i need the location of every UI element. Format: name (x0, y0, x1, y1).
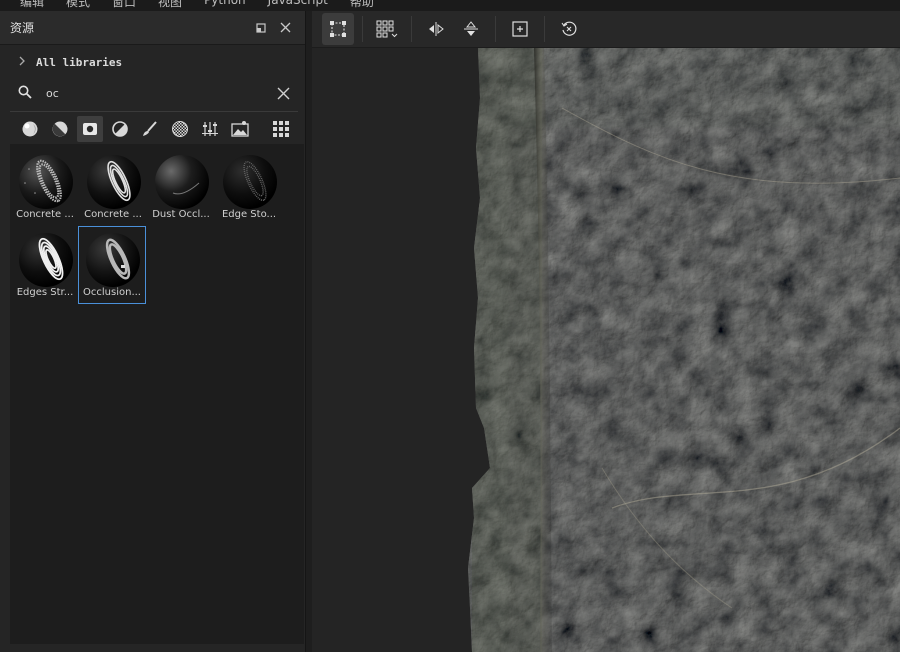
clear-search-icon[interactable] (273, 83, 293, 103)
undock-icon[interactable] (251, 18, 271, 38)
asset-thumbnail (19, 155, 73, 209)
grid-view-icon[interactable] (268, 116, 294, 142)
asset-label: Dust Occl... (152, 209, 210, 220)
asset-tile[interactable]: Edges Str... (11, 226, 79, 304)
menu-window[interactable]: 窗口 (112, 0, 136, 10)
asset-tile[interactable]: Dust Occl... (147, 148, 215, 226)
asset-grid: Concrete ... Concrete ... Dust Occl... E… (10, 144, 304, 644)
menu-javascript[interactable]: JavaScript (268, 0, 328, 10)
fit-icon[interactable] (504, 13, 536, 45)
uv-select-icon[interactable] (322, 13, 354, 45)
flip-horizontal-icon[interactable] (420, 13, 452, 45)
texture-canvas[interactable] (312, 48, 900, 652)
asset-tile[interactable]: Concrete ... (79, 148, 147, 226)
environment-icon[interactable] (227, 116, 253, 142)
menu-bar: 编辑 模式 窗口 视图 Python JavaScript 帮助 (0, 0, 900, 11)
pattern-icon[interactable] (167, 116, 193, 142)
asset-thumbnail (19, 233, 73, 287)
menu-python[interactable]: Python (204, 0, 246, 10)
asset-tile-selected[interactable]: Occlusion... (78, 226, 146, 304)
panel-title: 资源 (10, 21, 35, 35)
library-selector[interactable]: All libraries (0, 45, 305, 79)
material-ball-icon[interactable] (17, 116, 43, 142)
brush-icon[interactable] (137, 116, 163, 142)
filter-icon[interactable] (107, 116, 133, 142)
asset-tile[interactable]: Edge Sto... (215, 148, 283, 226)
viewport-toolbar (312, 11, 900, 48)
assets-panel: 资源 All libraries oc Concrete ... Concret… (0, 11, 306, 652)
close-icon[interactable] (275, 18, 295, 38)
toolbar-divider (362, 16, 363, 42)
search-input[interactable] (46, 86, 273, 100)
menu-view[interactable]: 视图 (158, 0, 182, 10)
toolbar-divider (495, 16, 496, 42)
reset-icon[interactable] (553, 13, 585, 45)
flip-vertical-icon[interactable] (455, 13, 487, 45)
toolbar-divider (411, 16, 412, 42)
asset-label: Edge Sto... (221, 209, 277, 220)
asset-tile[interactable]: Concrete ... (11, 148, 79, 226)
menu-edit[interactable]: 编辑 (20, 0, 44, 10)
search-icon (18, 85, 32, 102)
asset-thumbnail (223, 155, 277, 209)
toolbar-divider (544, 16, 545, 42)
asset-label: Concrete ... (84, 209, 142, 220)
texture-square-icon[interactable] (77, 115, 103, 142)
adjustments-icon[interactable] (197, 116, 223, 142)
asset-label: Concrete ... (16, 209, 74, 220)
grid-tiling-icon[interactable] (371, 13, 403, 45)
chevron-right-icon[interactable] (18, 55, 26, 69)
material-half-icon[interactable] (47, 116, 73, 142)
2d-viewport (312, 11, 900, 652)
rock-texture-image (468, 48, 900, 652)
menu-help[interactable]: 帮助 (350, 0, 374, 10)
asset-thumbnail (155, 155, 209, 209)
menu-mode[interactable]: 模式 (66, 0, 90, 10)
panel-header: 资源 (0, 11, 305, 45)
asset-thumbnail (86, 233, 140, 287)
library-label: All libraries (36, 55, 123, 69)
asset-thumbnail (87, 155, 141, 209)
asset-label: Occlusion... (83, 287, 141, 298)
search-bar (0, 79, 305, 107)
filter-toolbar (10, 111, 298, 145)
asset-label: Edges Str... (16, 287, 74, 298)
